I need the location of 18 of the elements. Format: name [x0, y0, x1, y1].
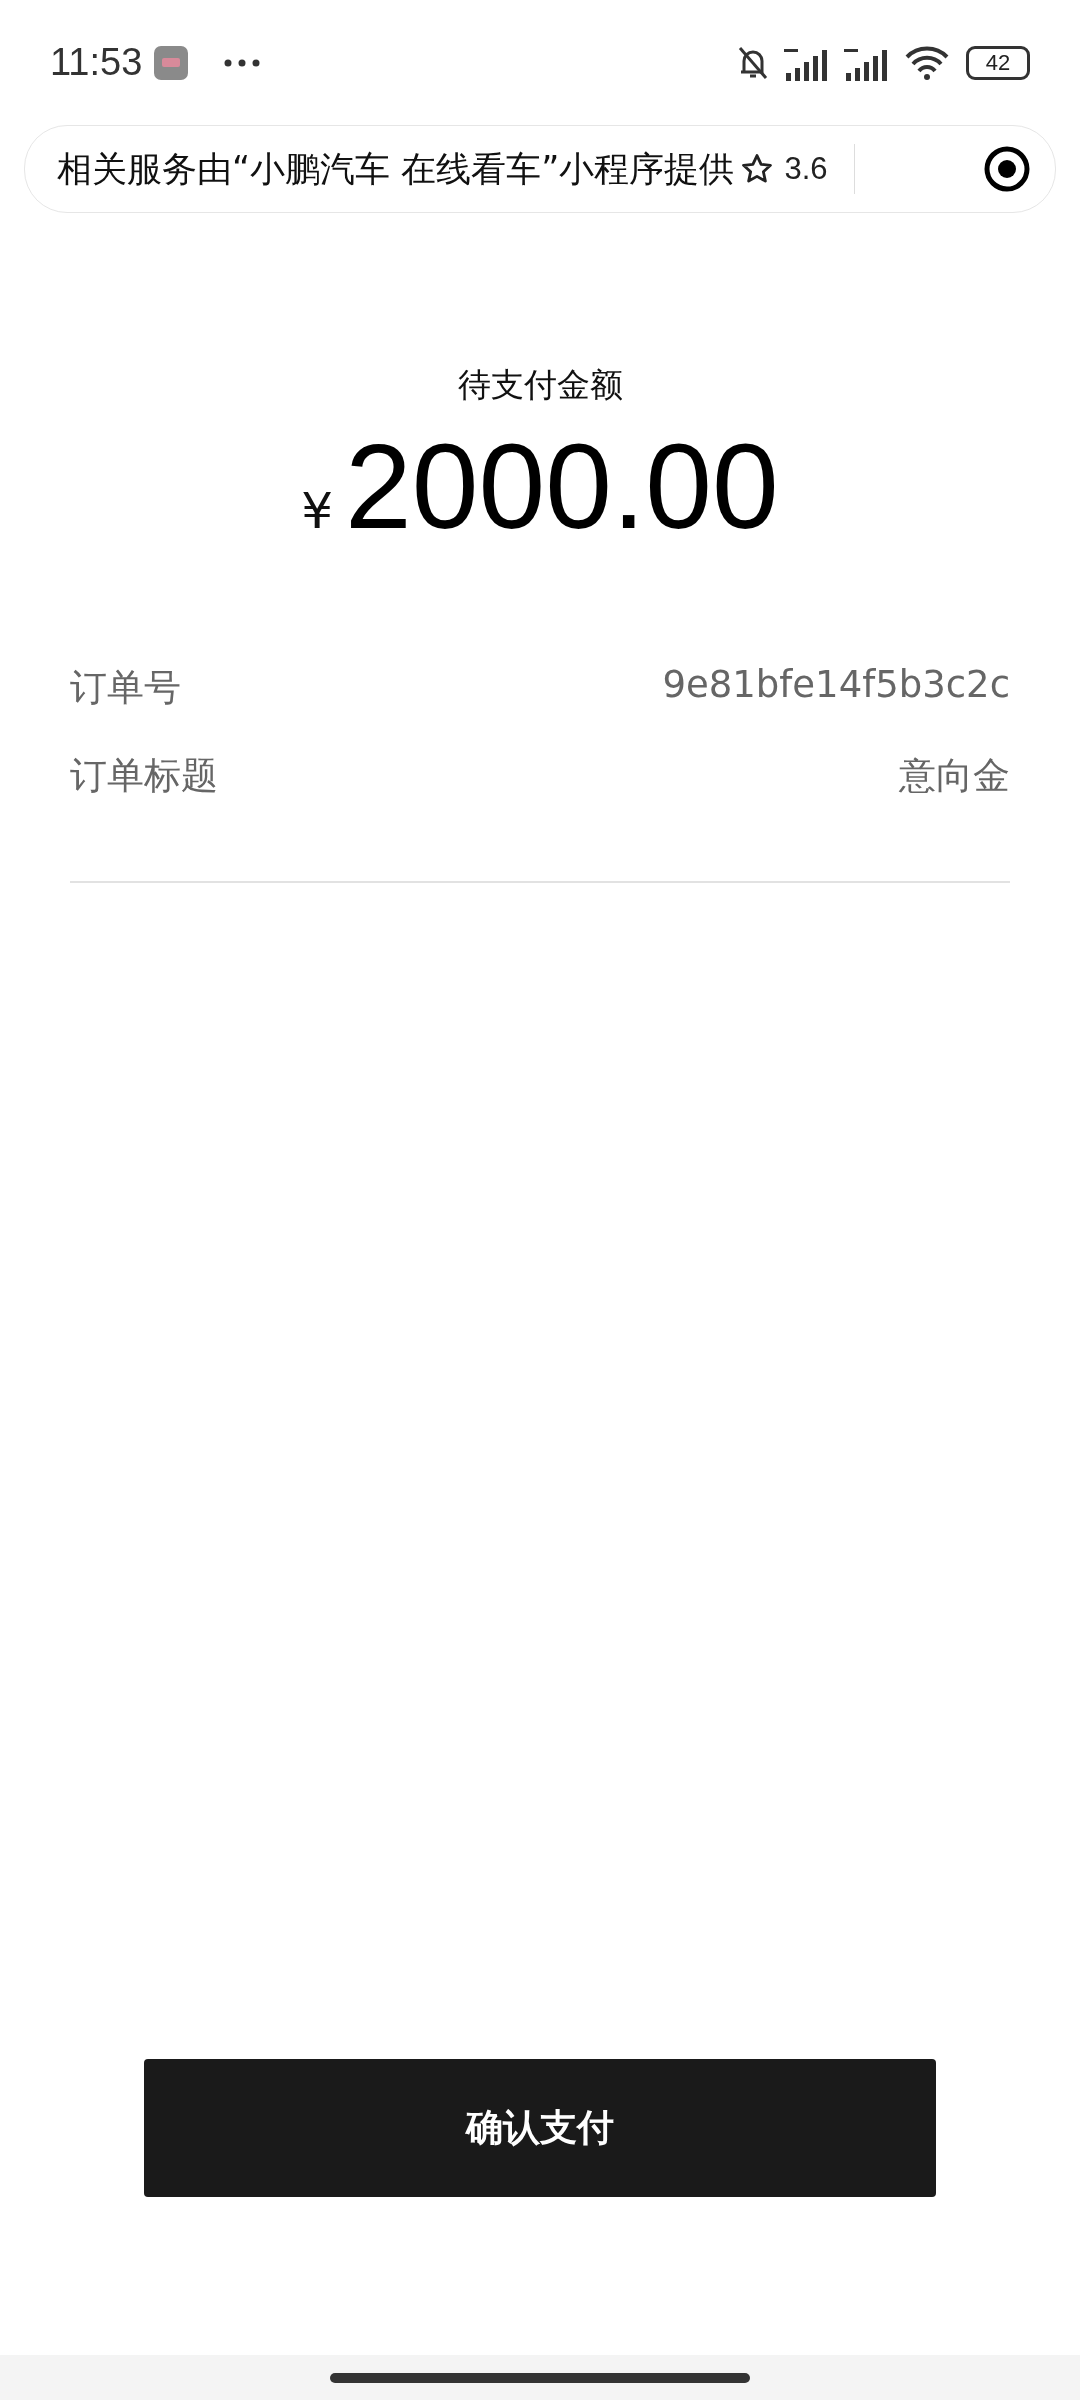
more-icon: [224, 58, 261, 67]
detail-label: 订单标题: [70, 753, 218, 799]
confirm-payment-button[interactable]: 确认支付: [144, 2059, 936, 2197]
battery-indicator: 42: [966, 45, 1030, 80]
currency-symbol: ¥: [301, 482, 333, 540]
app-icon: [154, 45, 189, 80]
star-icon[interactable]: [740, 152, 775, 186]
detail-label: 订单号: [70, 665, 181, 711]
rating-score: 3.6: [784, 151, 828, 187]
detail-value: 意向金: [899, 753, 1010, 799]
record-icon[interactable]: [983, 145, 1031, 193]
payment-amount: 2000.00: [345, 418, 779, 555]
service-notice: 相关服务由“小鹏汽车 在线看车”小程序提供: [57, 147, 735, 191]
wifi-icon: [904, 44, 950, 81]
home-indicator[interactable]: [330, 2372, 750, 2383]
detail-value: 9e81bfe14f5b3c2c: [662, 663, 1010, 708]
amount-label: 待支付金额: [456, 364, 624, 406]
status-time: 11:53: [50, 41, 143, 84]
